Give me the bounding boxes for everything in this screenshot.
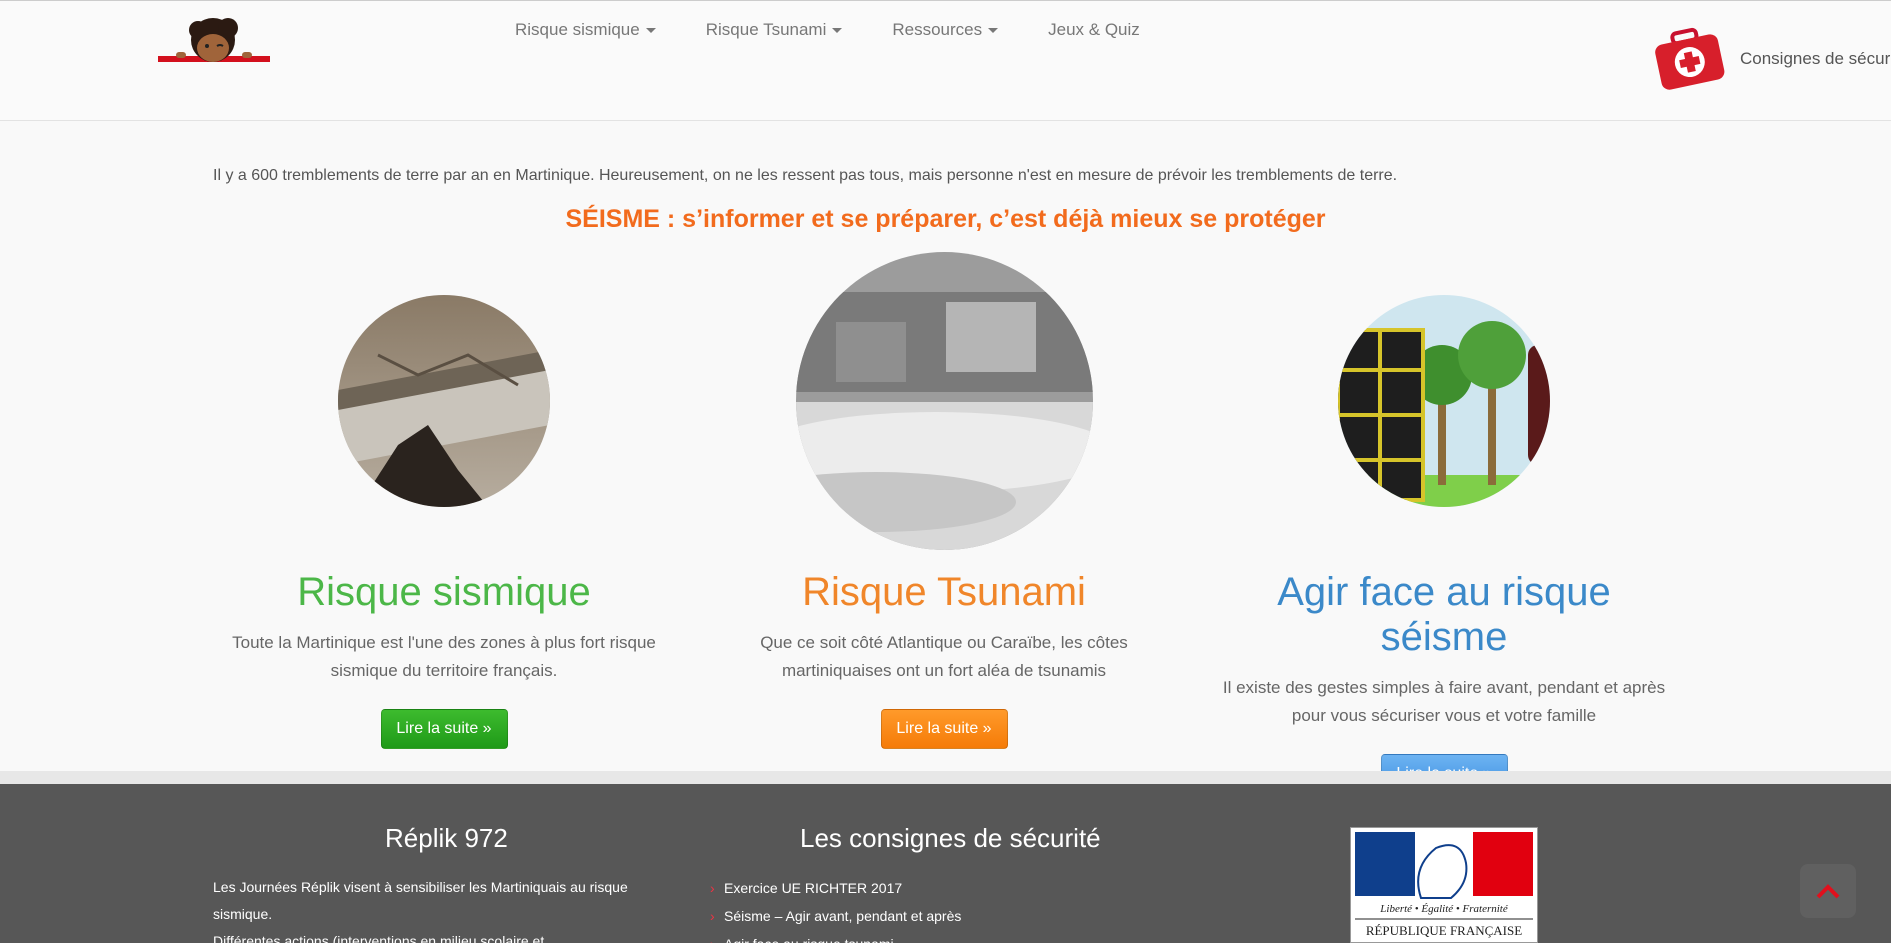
- consignes-label: Consignes de sécurit: [1740, 49, 1891, 68]
- nav-risque-sismique[interactable]: Risque sismique: [490, 20, 681, 40]
- marianne-name: RÉPUBLIQUE FRANÇAISE: [1366, 923, 1522, 938]
- column-title: Agir face au risque séisme: [1277, 570, 1611, 659]
- footer-title-consignes: Les consignes de sécurité: [800, 823, 1101, 853]
- scroll-to-top-button[interactable]: [1800, 864, 1856, 918]
- nav-jeux-quiz[interactable]: Jeux & Quiz: [1023, 20, 1165, 40]
- first-aid-game-image[interactable]: [1338, 295, 1550, 507]
- caret-down-icon: [832, 28, 843, 34]
- republique-francaise-logo: Liberté • Égalité • Fraternité RÉPUBLIQU…: [1350, 827, 1538, 943]
- first-aid-kit-icon: [1655, 27, 1725, 90]
- footer-link[interactable]: Séisme – Agir avant, pendant et après: [710, 902, 961, 930]
- tsunami-waves-image[interactable]: [796, 252, 1093, 550]
- footer-link[interactable]: Exercice UE RICHTER 2017: [710, 874, 961, 902]
- intro-text: Il y a 600 tremblements de terre par an …: [213, 167, 1398, 184]
- page-headline: SÉISME : s’informer et se préparer, c’es…: [565, 205, 1326, 233]
- lire-la-suite-button[interactable]: Lire la suite »: [880, 709, 1008, 749]
- consignes-link[interactable]: Consignes de sécurit: [1652, 25, 1891, 93]
- column-agir-seisme: Agir face au risque séisme Il existe des…: [1214, 570, 1674, 794]
- column-text: Toute la Martinique est l'une des zones …: [232, 633, 656, 680]
- chevron-up-icon: [1816, 884, 1840, 899]
- nav-risque-tsunami[interactable]: Risque Tsunami: [681, 20, 868, 40]
- main-nav: Risque sismique Risque Tsunami Ressource…: [490, 20, 1165, 40]
- footer-consignes-list: Exercice UE RICHTER 2017 Séisme – Agir a…: [710, 874, 961, 943]
- column-title: Risque Tsunami: [802, 570, 1086, 614]
- column-text: Il existe des gestes simples à faire ava…: [1222, 678, 1666, 725]
- footer-replik-text: Les Journées Réplik visent à sensibilise…: [213, 879, 628, 943]
- column-text: Que ce soit côté Atlantique ou Caraïbe, …: [760, 633, 1128, 680]
- nav-ressources[interactable]: Ressources: [867, 20, 1023, 40]
- column-risque-tsunami: Risque Tsunami Que ce soit côté Atlantiq…: [714, 570, 1174, 749]
- caret-down-icon: [988, 28, 999, 34]
- caret-down-icon: [645, 28, 656, 34]
- site-logo[interactable]: [158, 16, 270, 65]
- column-title: Risque sismique: [297, 570, 591, 614]
- site-footer: Réplik 972 Les consignes de sécurité Les…: [0, 784, 1891, 943]
- lire-la-suite-button[interactable]: Lire la suite »: [380, 709, 508, 749]
- section-divider: [0, 771, 1891, 784]
- footer-title-replik: Réplik 972: [385, 823, 508, 853]
- site-header: Risque sismique Risque Tsunami Ressource…: [0, 0, 1891, 121]
- marianne-motto: Liberté • Égalité • Fraternité: [1379, 903, 1509, 915]
- footer-link[interactable]: Agir face au risque tsunami: [710, 930, 961, 943]
- earthquake-crack-image[interactable]: [338, 295, 550, 507]
- column-risque-sismique: Risque sismique Toute la Martinique est …: [214, 570, 674, 749]
